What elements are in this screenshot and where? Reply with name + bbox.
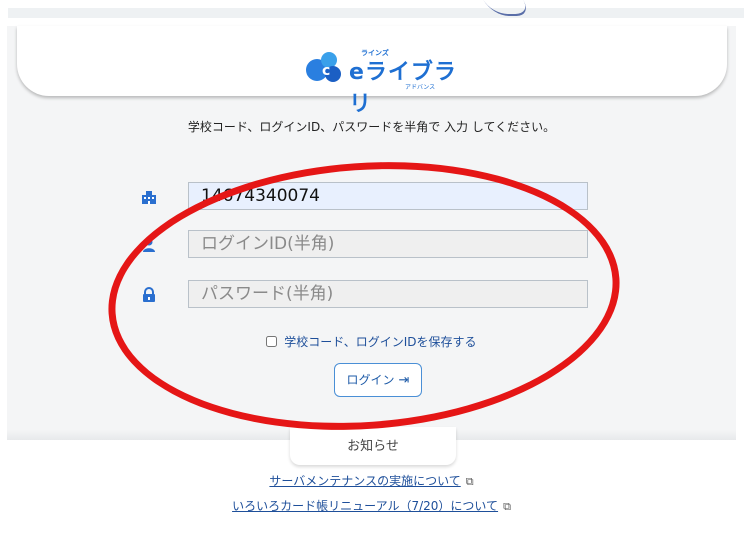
lock-icon (143, 287, 155, 302)
remember-checkbox[interactable] (266, 336, 278, 347)
login-arrow-icon: ⇥ (398, 373, 410, 388)
instruction-text: 学校コード、ログインID、パスワードを半角で 入力 してください。 (187, 120, 556, 134)
login-id-input[interactable] (188, 230, 588, 258)
user-icon (143, 238, 155, 252)
top-divider (8, 8, 744, 18)
notice-tab-label: お知らせ (347, 439, 399, 454)
header: c ラインズ eライブラリ アドバンス (17, 26, 727, 117)
login-id-row (7, 230, 736, 260)
top-bar (0, 0, 744, 26)
login-page: c ラインズ eライブラリ アドバンス 学校コード、ログインID、パスワードを半… (7, 26, 736, 535)
building-icon (142, 191, 156, 204)
logo: c ラインズ eライブラリ アドバンス (305, 46, 465, 117)
logo-mark-icon: c (306, 52, 341, 82)
remember-label[interactable]: 学校コード、ログインIDを保存する (284, 335, 476, 349)
password-row (7, 280, 736, 310)
external-link-icon: ⧉ (503, 500, 511, 513)
login-button[interactable]: ログイン ⇥ (334, 363, 422, 397)
school-code-row (7, 182, 736, 212)
password-input[interactable] (188, 280, 588, 308)
school-code-input[interactable] (188, 182, 588, 210)
notice-link-renewal[interactable]: いろいろカード帳リニューアル（7/20）について ⧉ (7, 497, 736, 514)
svg-text:c: c (322, 63, 330, 79)
notice-link-renewal-label[interactable]: いろいろカード帳リニューアル（7/20）について (232, 499, 498, 513)
notice-link-maintenance[interactable]: サーバメンテナンスの実施について ⧉ (7, 472, 736, 489)
remember-option: 学校コード、ログインIDを保存する (7, 333, 736, 350)
notice-link-maintenance-label[interactable]: サーバメンテナンスの実施について (269, 474, 460, 488)
logo-subtitle: アドバンス (405, 84, 436, 91)
notice-tab[interactable]: お知らせ (290, 427, 456, 465)
login-button-label: ログイン (346, 373, 395, 387)
external-link-icon: ⧉ (465, 475, 474, 488)
